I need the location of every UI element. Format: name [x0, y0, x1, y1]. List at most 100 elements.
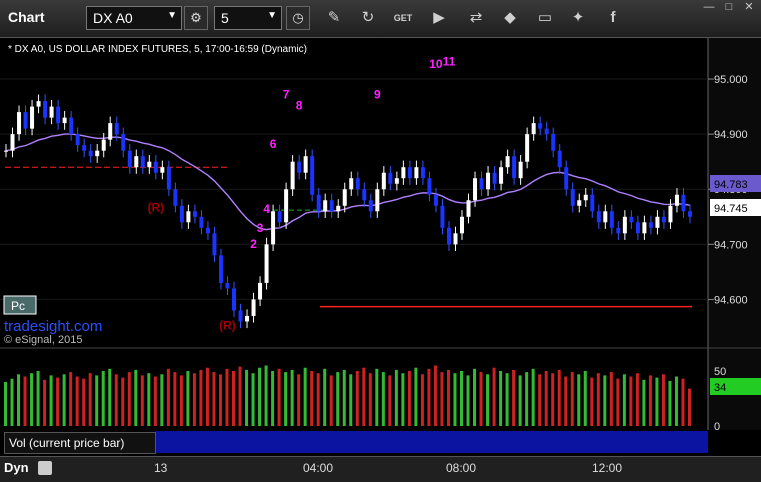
candle-body: [342, 189, 347, 206]
candle-body: [473, 178, 478, 201]
candle-body: [609, 211, 614, 228]
volume-bar: [466, 375, 470, 426]
candle-body: [420, 167, 425, 179]
chart-logo-icon: [0, 11, 4, 25]
get-data-icon[interactable]: GET: [393, 8, 413, 28]
volume-bar: [323, 368, 327, 426]
volume-bar: [603, 375, 607, 426]
volume-bar: [551, 373, 555, 426]
volume-bar: [349, 374, 353, 426]
candle-body: [512, 156, 517, 179]
candle-body: [642, 222, 647, 234]
volume-bar: [271, 371, 275, 426]
volume-bar: [329, 375, 333, 426]
candle-body: [4, 150, 8, 152]
candle-body: [427, 178, 432, 195]
candle-body: [446, 227, 451, 245]
candle-body: [238, 310, 243, 322]
chart-header: * DX A0, US DOLLAR INDEX FUTURES, 5, 17:…: [8, 44, 307, 55]
candle-body: [245, 315, 250, 322]
candle-body: [49, 106, 54, 118]
candle-body: [681, 194, 686, 212]
candle-body: [82, 145, 87, 151]
volume-bar: [355, 371, 359, 426]
facebook-icon[interactable]: f: [603, 8, 623, 28]
volume-bar: [69, 372, 73, 426]
maximize-icon[interactable]: □: [720, 0, 738, 14]
volume-bar: [284, 372, 288, 426]
volume-bar: [225, 368, 229, 426]
volume-bar: [310, 371, 314, 426]
candle-body: [166, 167, 171, 190]
candle-body: [590, 194, 595, 212]
volume-bar: [342, 369, 346, 426]
interval-input[interactable]: 5 ▼: [214, 6, 282, 30]
volume-bar: [264, 365, 268, 426]
link-diamond-icon[interactable]: ◆: [500, 8, 520, 28]
clock-icon[interactable]: ◷: [286, 6, 310, 30]
volume-bar: [661, 374, 665, 426]
candle-body: [486, 172, 491, 190]
volume-bar: [642, 379, 646, 426]
volume-bar: [173, 372, 177, 426]
candle-body: [583, 194, 588, 201]
candle-body: [56, 106, 61, 124]
volume-bar: [277, 368, 281, 426]
candle-body: [688, 211, 692, 217]
volume-bar: [518, 375, 522, 426]
price-chart[interactable]: * DX A0, US DOLLAR INDEX FUTURES, 5, 17:…: [0, 38, 761, 456]
link-icon[interactable]: ⇄: [466, 8, 486, 28]
volume-tick-label: 0: [714, 421, 720, 433]
candle-body: [564, 167, 569, 190]
volume-bar: [453, 373, 457, 426]
pencil-draw-icon[interactable]: ✎: [324, 8, 344, 28]
symbol-input[interactable]: DX A0 ▼: [86, 6, 182, 30]
volume-bar: [492, 367, 496, 426]
settings-gear-icon[interactable]: ⚙: [184, 6, 208, 30]
annotation-label: 2: [250, 237, 257, 251]
interval-dropdown-icon[interactable]: ▼: [267, 10, 277, 21]
watermark-brand: tradesight.com: [4, 318, 102, 335]
dropdown-arrow-icon[interactable]: ▼: [167, 10, 177, 21]
candle-body: [596, 211, 601, 223]
zoom-icon[interactable]: [38, 461, 52, 475]
annotation-label: 8: [296, 98, 303, 112]
volume-bar: [336, 372, 340, 426]
annotation-label: 11: [443, 54, 456, 68]
volume-bar: [681, 378, 685, 426]
volume-bar: [544, 371, 548, 426]
volume-bar: [648, 375, 652, 426]
candle-body: [616, 227, 621, 234]
candle-body: [140, 156, 145, 168]
volume-tick-label: 50: [714, 366, 726, 378]
comment-icon[interactable]: ▭: [535, 8, 555, 28]
twitter-icon[interactable]: ✦: [568, 8, 588, 28]
volume-bar: [616, 378, 620, 426]
annotation-label: 3: [257, 221, 264, 235]
minimize-icon[interactable]: —: [700, 0, 718, 14]
annotation-label: (R): [219, 319, 236, 333]
refresh-icon[interactable]: ↻: [358, 8, 378, 28]
candle-body: [218, 255, 223, 283]
volume-bar: [512, 369, 516, 426]
candle-body: [179, 205, 184, 223]
annotation-label: 6: [270, 137, 277, 151]
play-icon[interactable]: ▶: [429, 8, 449, 28]
volume-bar: [140, 375, 144, 426]
close-icon[interactable]: ✕: [740, 0, 758, 14]
candle-body: [232, 288, 236, 311]
candle-body: [199, 216, 204, 228]
volume-bar: [238, 366, 242, 426]
volume-bar: [655, 377, 659, 426]
volume-bar: [95, 375, 99, 426]
volume-bar: [538, 374, 542, 426]
candle-body: [362, 189, 367, 201]
candle-body: [192, 211, 197, 217]
volume-bar: [388, 375, 392, 426]
annotation-label: 9: [374, 87, 381, 101]
volume-bar: [414, 367, 418, 426]
dyn-label[interactable]: Dyn: [4, 460, 29, 475]
volume-bar: [460, 371, 463, 426]
candle-body: [36, 101, 41, 107]
candle-body: [69, 117, 74, 135]
